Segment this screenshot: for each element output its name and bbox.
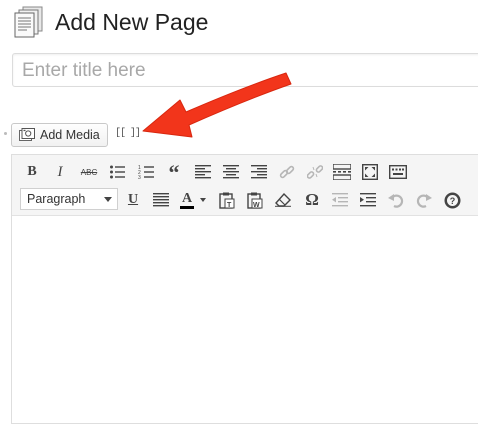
edge-handle <box>4 132 7 135</box>
justify-icon[interactable] <box>151 190 171 210</box>
svg-text:T: T <box>227 202 232 209</box>
strikethrough-button[interactable]: ABC <box>79 162 99 182</box>
fullscreen-icon[interactable] <box>360 162 380 182</box>
paste-from-word-icon[interactable]: W <box>245 190 265 210</box>
align-left-icon[interactable] <box>193 162 213 182</box>
blockquote-button[interactable]: “ <box>164 162 184 184</box>
add-media-button[interactable]: Add Media <box>11 123 108 147</box>
text-color-label: A <box>181 190 193 206</box>
editor: B I ABC 123 “ Paragraph U A T W Ω ? <box>11 154 478 424</box>
undo-icon[interactable] <box>386 190 406 210</box>
insert-link-icon[interactable] <box>277 162 297 182</box>
text-color-button[interactable]: A <box>178 190 196 210</box>
underline-button[interactable]: U <box>123 190 143 210</box>
pages-icon <box>14 6 44 38</box>
format-select-value: Paragraph <box>27 192 86 206</box>
bullet-list-icon[interactable] <box>107 162 127 182</box>
paste-as-text-icon[interactable]: T <box>217 190 237 210</box>
special-character-button[interactable]: Ω <box>302 190 322 210</box>
redo-icon[interactable] <box>414 190 434 210</box>
align-center-icon[interactable] <box>221 162 241 182</box>
editor-toolbar: B I ABC 123 “ Paragraph U A T W Ω ? <box>12 155 478 216</box>
eraser-icon[interactable] <box>273 190 293 210</box>
text-color-swatch <box>180 205 194 209</box>
editor-content-area[interactable] <box>12 216 478 423</box>
svg-text:W: W <box>253 202 260 209</box>
add-media-label: Add Media <box>40 128 100 142</box>
text-color-dropdown-icon[interactable] <box>198 190 208 210</box>
outdent-icon[interactable] <box>330 190 350 210</box>
format-select[interactable]: Paragraph <box>20 188 118 210</box>
chevron-down-icon <box>104 197 112 202</box>
indent-icon[interactable] <box>358 190 378 210</box>
shortcode-icon[interactable]: [[ ]] <box>115 128 141 139</box>
italic-button[interactable]: I <box>50 162 70 182</box>
remove-link-icon[interactable] <box>305 162 325 182</box>
align-right-icon[interactable] <box>249 162 269 182</box>
help-icon[interactable]: ? <box>442 190 462 210</box>
title-input[interactable]: Enter title here <box>12 53 478 87</box>
insert-more-icon[interactable] <box>332 162 352 182</box>
page-title: Add New Page <box>55 9 209 35</box>
toolbar-toggle-icon[interactable] <box>388 162 408 182</box>
title-placeholder: Enter title here <box>22 60 146 81</box>
camera-icon <box>19 128 35 141</box>
svg-text:?: ? <box>449 196 455 206</box>
svg-text:3: 3 <box>138 175 141 180</box>
bold-button[interactable]: B <box>22 162 42 182</box>
numbered-list-icon[interactable]: 123 <box>136 162 156 182</box>
